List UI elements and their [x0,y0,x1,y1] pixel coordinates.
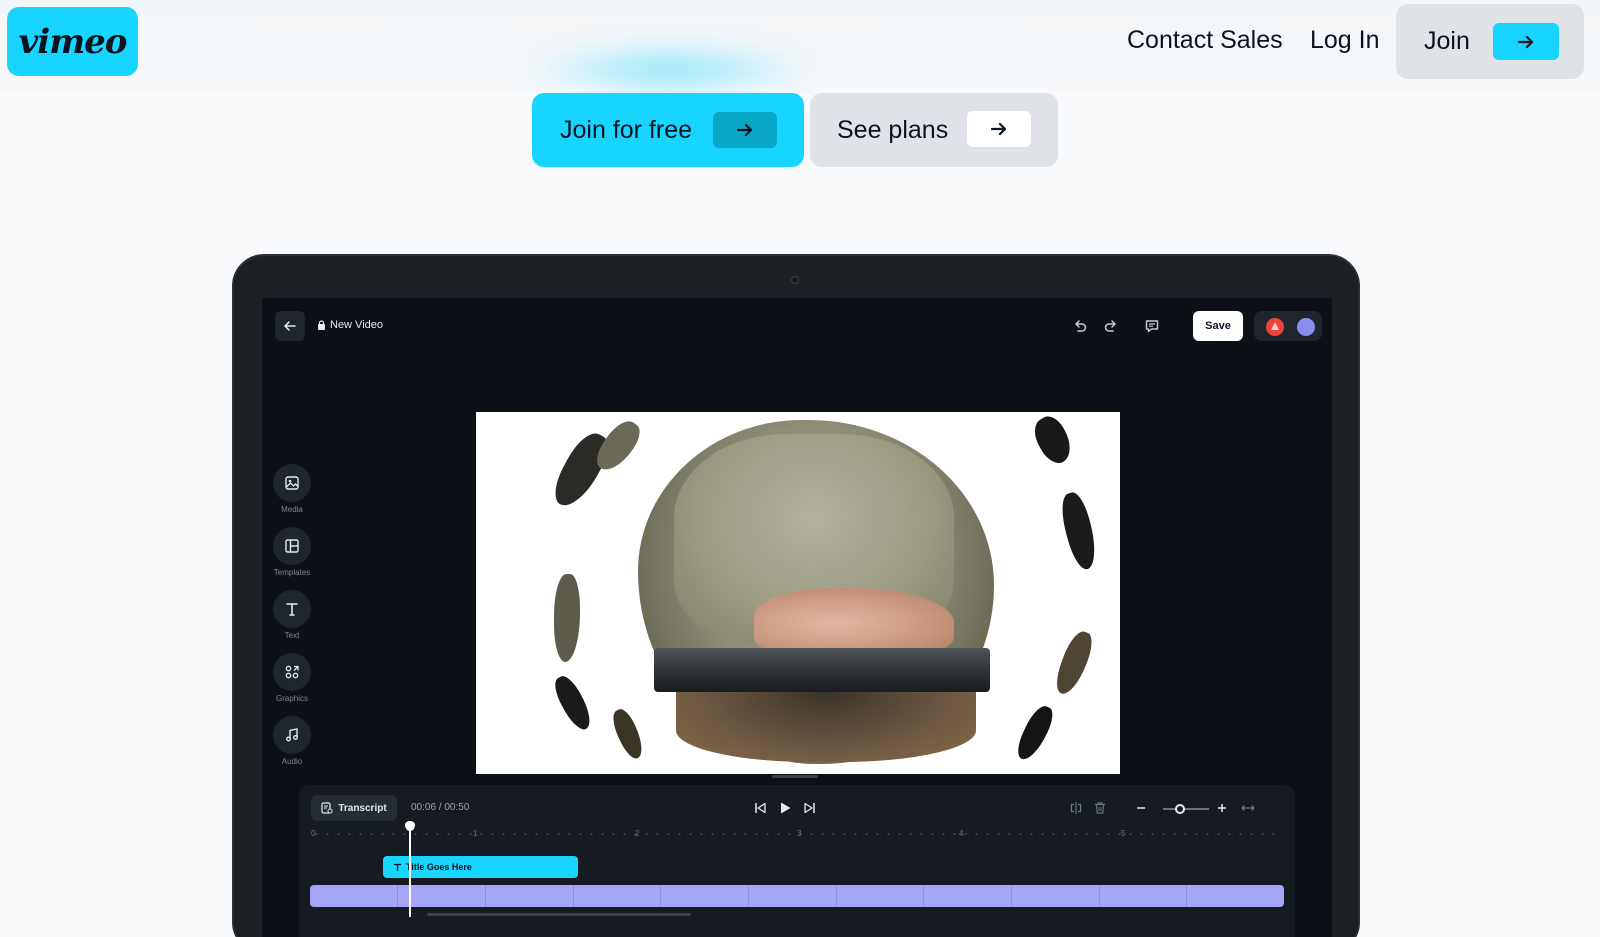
clip-divider [836,885,837,907]
layout-icon [273,527,311,565]
zoom-slider[interactable] [1163,808,1209,810]
trash-icon[interactable] [1090,798,1110,818]
clip-divider [1099,885,1100,907]
clip-divider [397,885,398,907]
clip-divider [1186,885,1187,907]
see-plans-button[interactable]: See plans [810,93,1058,167]
clip-divider [748,885,749,907]
arrow-right-icon [713,112,777,148]
brush-stroke [1056,489,1102,573]
ruler-tick: 1 [473,829,478,838]
tool-label: Media [281,505,303,514]
tool-media[interactable]: Media [273,464,311,514]
video-track[interactable] [310,885,1284,907]
brush-stroke [1012,702,1058,764]
back-button[interactable] [275,311,305,341]
clip-divider [573,885,574,907]
video-title-text: New Video [330,319,383,331]
video-title: New Video [317,319,383,331]
skip-forward-icon[interactable] [800,798,820,818]
playhead-handle[interactable] [405,821,415,831]
timeline-panel: Transcript 00:06 / 00:50 0 1 2 3 4 5 Tit… [299,785,1295,937]
ruler-tick: 2 [635,829,640,838]
brush-stroke [548,672,598,734]
split-icon[interactable] [1066,798,1086,818]
clip-divider [1011,885,1012,907]
join-for-free-button[interactable]: Join for free [532,93,804,167]
tool-graphics[interactable]: Graphics [273,653,311,703]
arrow-right-icon [1493,23,1559,60]
comment-icon[interactable] [1140,314,1164,338]
contact-sales-link[interactable]: Contact Sales [1127,26,1283,55]
logo-text: vimeo [18,21,128,62]
tool-templates[interactable]: Templates [273,527,311,577]
join-for-free-label: Join for free [560,115,693,144]
panel-resize-handle[interactable] [772,775,818,778]
music-icon [273,716,311,754]
text-icon [273,590,311,628]
zoom-out-icon[interactable] [1131,798,1151,818]
tool-label: Text [284,631,300,640]
undo-icon[interactable] [1068,314,1092,338]
arrow-right-icon [967,111,1031,147]
transcript-button[interactable]: Transcript [311,795,397,821]
brush-stroke [554,574,580,662]
transcript-label: Transcript [338,802,387,814]
collaborator-avatars[interactable] [1254,311,1322,341]
ruler-tick: 3 [797,829,802,838]
skip-back-icon[interactable] [750,798,770,818]
text-icon [394,863,401,871]
save-button[interactable]: Save [1193,311,1243,341]
avatar [1297,318,1315,336]
image-icon [273,464,311,502]
vimeo-logo[interactable]: vimeo [7,7,138,76]
log-in-link[interactable]: Log In [1310,26,1380,55]
shapes-icon [273,653,311,691]
title-clip-label: Title Goes Here [406,862,472,872]
clip-divider [660,885,661,907]
fit-width-icon[interactable] [1238,798,1258,818]
title-clip[interactable]: Title Goes Here [383,856,578,878]
join-button-label: Join [1424,27,1470,55]
video-keyboard [654,648,990,692]
see-plans-label: See plans [837,115,949,144]
ruler-tick: 5 [1121,829,1126,838]
arrow-left-icon [284,321,296,331]
lock-icon [318,320,325,330]
video-editor-screen: New Video Save Media Templates Text Grap… [262,298,1332,937]
video-desk [676,692,976,762]
avatar [1266,318,1284,336]
background-glow [520,40,820,100]
playhead[interactable] [409,825,411,917]
laptop-mockup: New Video Save Media Templates Text Grap… [232,254,1360,937]
timecode-display: 00:06 / 00:50 [411,802,470,813]
zoom-slider-handle[interactable] [1175,804,1185,814]
tool-label: Templates [273,568,311,577]
tool-audio[interactable]: Audio [273,716,311,766]
brush-stroke [1051,627,1097,699]
clip-divider [485,885,486,907]
timeline-scrollbar[interactable] [427,913,691,916]
redo-icon[interactable] [1099,314,1123,338]
ruler-tick: 0 [311,829,316,838]
tool-label: Audio [281,757,303,766]
ruler-tick: 4 [959,829,964,838]
play-icon[interactable] [775,798,795,818]
transcript-icon [321,802,333,814]
join-button[interactable]: Join [1396,4,1584,79]
tool-text[interactable]: Text [273,590,311,640]
video-preview[interactable] [476,412,1120,774]
laptop-camera [791,276,799,284]
brush-stroke [607,706,649,762]
zoom-in-icon[interactable] [1212,798,1232,818]
tool-label: Graphics [275,694,308,703]
brush-stroke [1028,412,1078,469]
clip-divider [923,885,924,907]
